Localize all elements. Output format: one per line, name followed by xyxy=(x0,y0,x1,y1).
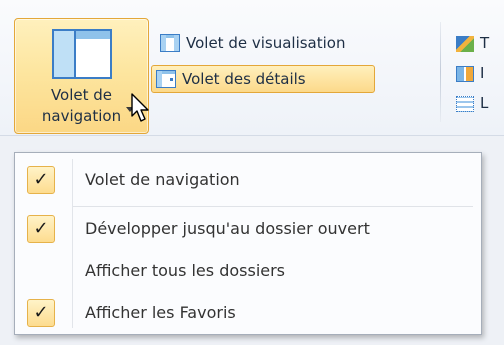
checkmark-icon: ✓ xyxy=(27,166,55,194)
details-pane-label: Volet des détails xyxy=(182,70,306,88)
navigation-pane-label-line1: Volet de xyxy=(50,86,113,104)
menu-item-label: Afficher tous les dossiers xyxy=(85,261,286,280)
menu-item-show-favorites[interactable]: ✓ Afficher les Favoris xyxy=(15,292,481,334)
menu-item-label: Afficher les Favoris xyxy=(85,303,236,322)
mouse-cursor-icon xyxy=(131,93,149,122)
navigation-pane-icon xyxy=(52,29,112,79)
list-view-label: L xyxy=(480,94,489,112)
ribbon-separator xyxy=(440,22,441,122)
details-pane-icon xyxy=(156,70,176,88)
preview-pane-button[interactable]: Volet de visualisation xyxy=(156,31,426,55)
small-icons-label: I xyxy=(480,64,485,82)
preview-pane-label: Volet de visualisation xyxy=(186,34,346,52)
checkmark-icon: ✓ xyxy=(27,299,55,327)
menu-item-expand-to-open-folder[interactable]: ✓ Développer jusqu'au dossier ouvert xyxy=(15,208,481,250)
details-pane-button[interactable]: Volet des détails xyxy=(151,65,375,93)
navigation-pane-menu: ✓ Volet de navigation ✓ Développer jusqu… xyxy=(14,152,482,335)
checkmark-icon: ✓ xyxy=(27,215,55,243)
navigation-pane-button[interactable]: Volet de navigation xyxy=(14,18,149,134)
small-icons-icon[interactable] xyxy=(456,66,474,82)
menu-item-show-all-folders[interactable]: Afficher tous les dossiers xyxy=(15,250,481,292)
menu-item-navigation-pane[interactable]: ✓ Volet de navigation xyxy=(15,159,481,201)
large-icons-icon[interactable] xyxy=(456,36,474,52)
list-view-icon[interactable] xyxy=(456,96,474,112)
large-icons-label: T xyxy=(480,34,490,52)
preview-pane-icon xyxy=(160,34,180,52)
menu-item-label: Volet de navigation xyxy=(85,170,240,189)
menu-item-label: Développer jusqu'au dossier ouvert xyxy=(85,219,370,238)
menu-separator xyxy=(73,206,473,207)
